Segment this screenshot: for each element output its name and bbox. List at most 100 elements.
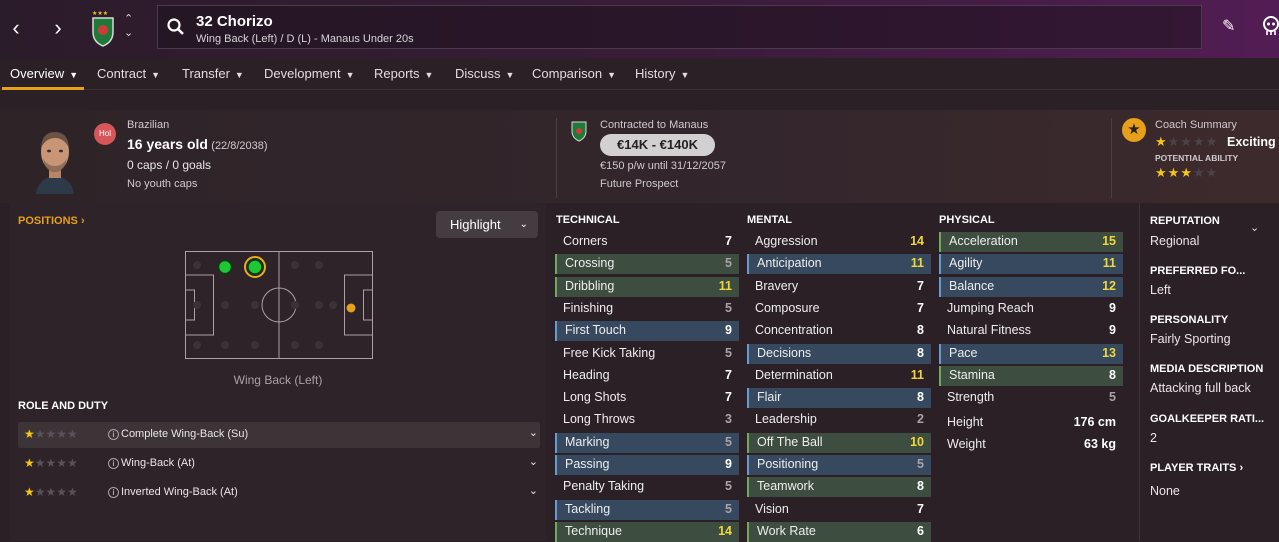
- potential-ability-label: POTENTIAL ABILITY: [1155, 153, 1239, 163]
- attribute-row[interactable]: Vision 7: [747, 500, 931, 520]
- attribute-row[interactable]: Passing 9: [555, 455, 739, 475]
- down-icon[interactable]: ⌄: [124, 26, 133, 40]
- role-row[interactable]: ★★★★★ i Wing-Back (At) ⌄: [18, 451, 540, 477]
- player-switch[interactable]: ⌃ ⌄: [124, 12, 133, 40]
- attribute-row[interactable]: Flair 8: [747, 388, 931, 409]
- tab-contract[interactable]: Contract ▼: [97, 66, 160, 81]
- tab-history[interactable]: History ▼: [635, 66, 689, 81]
- weight-value: 63 kg: [1084, 437, 1116, 451]
- attribute-value: 12: [1102, 278, 1116, 293]
- info-icon[interactable]: i: [108, 487, 119, 498]
- attribute-row[interactable]: Balance 12: [939, 276, 1123, 297]
- role-row[interactable]: ★★★★★ i Inverted Wing-Back (At) ⌄: [18, 480, 540, 506]
- attribute-row[interactable]: First Touch 9: [555, 321, 739, 342]
- chevron-down-icon[interactable]: ⌄: [529, 484, 538, 497]
- attribute-row[interactable]: Off The Ball 10: [747, 432, 931, 453]
- attribute-row[interactable]: Aggression 14: [747, 232, 931, 252]
- attribute-row[interactable]: Pace 13: [939, 343, 1123, 364]
- attribute-name: Free Kick Taking: [563, 345, 656, 360]
- preferred-foot-value: Left: [1150, 283, 1171, 297]
- attribute-row[interactable]: Composure 7: [747, 299, 931, 319]
- status-badge[interactable]: Hol: [94, 123, 116, 145]
- chevron-down-icon[interactable]: ⌄: [1250, 221, 1259, 234]
- up-icon[interactable]: ⌃: [124, 12, 133, 26]
- value-range-badge[interactable]: €14K - €140K: [600, 134, 715, 156]
- active-tab-indicator: [2, 87, 84, 90]
- attribute-row[interactable]: Technique 14: [555, 521, 739, 542]
- role-stars: ★★★★★: [24, 456, 78, 470]
- chevron-down-icon[interactable]: ⌄: [529, 426, 538, 439]
- attribute-row[interactable]: Teamwork 8: [747, 477, 931, 498]
- tab-reports[interactable]: Reports ▼: [374, 66, 433, 81]
- player-traits-label[interactable]: PLAYER TRAITS ›: [1150, 462, 1243, 474]
- player-info-panel: REPUTATION ⌄ Regional PREFERRED FO... Le…: [1139, 203, 1279, 541]
- attribute-row[interactable]: Concentration 8: [747, 321, 931, 341]
- tab-discuss[interactable]: Discuss ▼: [455, 66, 514, 81]
- attribute-name: Off The Ball: [757, 434, 823, 449]
- attribute-row[interactable]: Agility 11: [939, 254, 1123, 275]
- attribute-name: Leadership: [755, 412, 817, 427]
- tab-development[interactable]: Development ▼: [264, 66, 355, 81]
- reputation-label: REPUTATION: [1150, 215, 1220, 227]
- player-search-box[interactable]: 32 Chorizo Wing Back (Left) / D (L) - Ma…: [157, 5, 1202, 49]
- tab-comparison[interactable]: Comparison ▼: [532, 66, 616, 81]
- chevron-down-icon[interactable]: ⌄: [529, 455, 538, 468]
- attribute-name: Acceleration: [949, 234, 1018, 248]
- attribute-row[interactable]: Bravery 7: [747, 277, 931, 297]
- attribute-name: Heading: [563, 367, 610, 382]
- attribute-row[interactable]: Leadership 2: [747, 410, 931, 430]
- attribute-name: Work Rate: [757, 523, 816, 538]
- attribute-row[interactable]: Strength 5: [939, 388, 1123, 408]
- attribute-value: 15: [1102, 234, 1116, 248]
- attribute-row[interactable]: Dribbling 11: [555, 276, 739, 297]
- player-traits-value: None: [1150, 484, 1180, 498]
- edit-icon[interactable]: ✎: [1222, 16, 1235, 36]
- attribute-row[interactable]: Corners 7: [555, 232, 739, 252]
- height-row: Height 176 cm: [939, 413, 1123, 433]
- attribute-value: 7: [917, 300, 924, 315]
- attribute-row[interactable]: Penalty Taking 5: [555, 477, 739, 497]
- attribute-row[interactable]: Free Kick Taking 5: [555, 344, 739, 364]
- player-face-avatar: [36, 132, 74, 194]
- attribute-row[interactable]: Jumping Reach 9: [939, 299, 1123, 319]
- attribute-name: Anticipation: [757, 256, 822, 271]
- status-text: Future Prospect: [600, 178, 679, 190]
- attribute-row[interactable]: Tackling 5: [555, 499, 739, 520]
- attribute-value: 11: [910, 256, 924, 271]
- attribute-name: Determination: [755, 367, 833, 382]
- attribute-value: 5: [725, 434, 732, 449]
- attribute-row[interactable]: Work Rate 6: [747, 521, 931, 542]
- attribute-row[interactable]: Decisions 8: [747, 343, 931, 364]
- highlight-dropdown[interactable]: Highlight ⌄: [436, 211, 538, 238]
- attribute-name: Composure: [755, 300, 820, 315]
- search-icon[interactable]: [166, 17, 186, 37]
- attribute-row[interactable]: Long Throws 3: [555, 410, 739, 430]
- tab-transfer[interactable]: Transfer ▼: [182, 66, 244, 81]
- youth-caps: No youth caps: [127, 178, 198, 190]
- forward-arrow-icon[interactable]: ›: [44, 14, 72, 42]
- role-stars: ★★★★★: [24, 485, 78, 499]
- role-row[interactable]: ★★★★★ i Complete Wing-Back (Su) ⌄: [18, 422, 540, 448]
- height-value: 176 cm: [1073, 415, 1116, 429]
- info-icon[interactable]: i: [108, 458, 119, 469]
- info-icon[interactable]: i: [108, 429, 119, 440]
- attribute-row[interactable]: Marking 5: [555, 432, 739, 453]
- attribute-row[interactable]: Crossing 5: [555, 254, 739, 275]
- attribute-row[interactable]: Stamina 8: [939, 365, 1123, 386]
- tab-overview[interactable]: Overview ▼: [10, 66, 78, 81]
- attribute-row[interactable]: Long Shots 7: [555, 388, 739, 408]
- back-arrow-icon[interactable]: ‹: [2, 14, 30, 42]
- star-icon: ★: [1122, 118, 1146, 142]
- attribute-row[interactable]: Finishing 5: [555, 299, 739, 319]
- attribute-row[interactable]: Natural Fitness 9: [939, 321, 1123, 341]
- attribute-value: 5: [725, 479, 732, 494]
- attribute-value: 8: [1109, 367, 1116, 382]
- attribute-row[interactable]: Acceleration 15: [939, 232, 1123, 252]
- attribute-row[interactable]: Heading 7: [555, 366, 739, 386]
- positions-title[interactable]: POSITIONS ›: [18, 215, 85, 227]
- attribute-value: 10: [910, 434, 924, 449]
- attribute-row[interactable]: Determination 11: [747, 366, 931, 386]
- attribute-row[interactable]: Anticipation 11: [747, 254, 931, 275]
- attribute-row[interactable]: Positioning 5: [747, 455, 931, 475]
- face-icon[interactable]: [1262, 16, 1279, 36]
